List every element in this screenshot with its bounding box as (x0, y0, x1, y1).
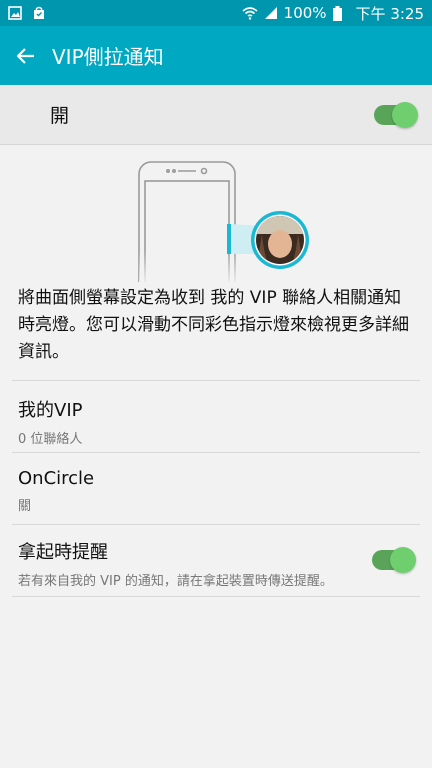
app-bar: VIP側拉通知 (0, 26, 432, 85)
switch-knob (390, 547, 416, 573)
edge-lighting-illustration (138, 161, 309, 282)
master-switch-label: 開 (50, 105, 70, 127)
divider (12, 524, 420, 525)
list-item-pickup-alert[interactable]: 拿起時提醒 若有來自我的 VIP 的通知，請在拿起裝置時傳送提醒。 (18, 538, 418, 589)
edge-light-strip (227, 224, 231, 254)
back-button[interactable] (0, 26, 52, 85)
wifi-icon (242, 7, 258, 20)
item-subtitle: 關 (18, 499, 32, 514)
arrow-left-icon (16, 47, 34, 64)
feature-description: 將曲面側螢幕設定為收到 我的 VIP 聯絡人相關通知時亮燈。您可以滑動不同彩色指… (18, 288, 409, 362)
signal-icon (264, 7, 277, 19)
store-notification-icon (34, 6, 44, 19)
item-subtitle: 若有來自我的 VIP 的通知，請在拿起裝置時傳送提醒。 (18, 574, 333, 589)
divider (12, 452, 420, 453)
switch-knob (392, 102, 418, 128)
page-title: VIP側拉通知 (52, 45, 164, 69)
item-title: OnCircle (18, 468, 95, 489)
item-title: 拿起時提醒 (18, 542, 108, 563)
gallery-notification-icon (8, 6, 22, 20)
master-switch[interactable] (374, 102, 418, 128)
pickup-alert-switch[interactable] (372, 547, 416, 573)
battery-icon (332, 5, 342, 21)
item-title: 我的VIP (18, 400, 83, 421)
clock: 下午 3:25 (355, 4, 424, 23)
status-bar: 100% 下午 3:25 (0, 0, 432, 26)
divider (12, 380, 420, 381)
master-switch-row[interactable]: 開 (0, 85, 432, 145)
battery-percent: 100% (283, 4, 327, 22)
item-subtitle: 0 位聯絡人 (18, 432, 83, 447)
list-item-oncircle[interactable]: OnCircle 關 (18, 468, 418, 514)
divider (12, 596, 420, 597)
list-item-my-vip[interactable]: 我的VIP 0 位聯絡人 (18, 396, 418, 447)
